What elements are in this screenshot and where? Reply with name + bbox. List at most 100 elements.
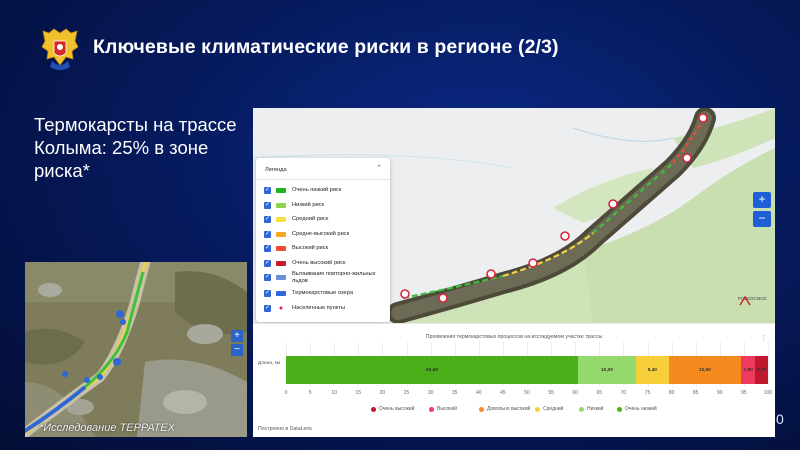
x-tick-label: 90 — [717, 390, 723, 396]
x-tick-label: 65 — [596, 390, 603, 396]
bar-segment[interactable]: 12,90 — [668, 356, 741, 384]
checkbox-icon[interactable]: ✓ — [264, 290, 271, 297]
legend-title: Легенда — [265, 167, 287, 173]
legend-label: Высокий риск — [292, 245, 329, 252]
legend-item-medium-high[interactable]: ✓ Средне-высокий риск — [264, 231, 382, 238]
y-axis-label: Длина, км — [258, 361, 281, 366]
chart-legend-label: Низкий — [587, 406, 604, 412]
legend-dot-icon — [371, 406, 376, 412]
legend-item-settlements[interactable]: ✓ ● Населенные пункты — [264, 305, 382, 312]
legend-item-low[interactable]: ✓ Низкий риск — [264, 202, 382, 209]
legend-item-very-high[interactable]: ✓ Очень высокий риск — [264, 260, 382, 267]
swatch-very-high — [276, 261, 286, 266]
checkbox-icon[interactable]: ✓ — [264, 202, 271, 209]
bar-segment[interactable]: 5,40 — [635, 356, 669, 384]
x-tick-label: 0 — [284, 390, 288, 396]
legend-item-medium[interactable]: ✓ Средний риск — [264, 216, 382, 223]
legend-label: Очень низкий риск — [292, 187, 342, 194]
legend-dot-icon — [429, 406, 434, 412]
legend-label: Средне-высокий риск — [292, 231, 350, 238]
x-tick-label: 40 — [476, 390, 482, 396]
bar-segment[interactable]: 1,90 — [741, 356, 756, 384]
chevron-up-icon[interactable]: ⌃ — [376, 164, 382, 172]
satellite-zoom-in-button[interactable]: + — [231, 330, 243, 342]
checkbox-icon[interactable]: ✓ — [264, 187, 271, 194]
swatch-ice-thaw — [276, 275, 286, 280]
chart-legend-item[interactable]: Средний — [535, 406, 563, 412]
x-tick-label: 5 — [308, 390, 312, 396]
x-tick-label: 30 — [427, 390, 434, 396]
legend-dot-icon — [479, 406, 484, 412]
roskosmos-icon — [738, 296, 751, 306]
legend-label: Низкий риск — [292, 202, 324, 209]
swatch-medium — [276, 217, 286, 222]
x-tick-label: 15 — [355, 390, 362, 396]
legend-item-high[interactable]: ✓ Высокий риск — [264, 245, 382, 252]
legend-dot-icon — [535, 406, 540, 412]
swatch-lakes — [276, 291, 286, 296]
chart-legend-item[interactable]: Высокий — [429, 406, 457, 412]
x-tick-label: 85 — [692, 390, 699, 396]
bar-segment[interactable]: 60,60 — [286, 356, 579, 384]
satellite-zoom-out-button[interactable]: − — [231, 344, 243, 356]
legend-label: Населенные пункты — [292, 305, 345, 312]
x-tick-label: 95 — [741, 390, 747, 396]
legend-item-very-low[interactable]: ✓ Очень низкий риск — [264, 187, 382, 194]
x-tick-label: 60 — [572, 390, 578, 396]
coat-of-arms-icon — [40, 27, 80, 71]
legend-label: Вытаивание повторно-жильных льдов — [292, 271, 376, 284]
x-tick-label: 45 — [500, 390, 506, 396]
legend-item-lakes[interactable]: ✓ Термокарстовые озера — [264, 290, 382, 297]
slide-title: Ключевые климатические риски в регионе (… — [93, 36, 559, 58]
x-tick-label: 20 — [379, 390, 386, 396]
x-tick-label: 100 — [763, 390, 773, 396]
checkbox-icon[interactable]: ✓ — [264, 216, 271, 223]
swatch-very-low — [276, 188, 286, 193]
roskosmos-logo: РОСКОСМОС — [738, 296, 767, 306]
legend-label: Очень высокий риск — [292, 260, 346, 267]
x-tick-label: 80 — [668, 390, 675, 396]
swatch-medium-high — [276, 232, 286, 237]
checkbox-icon[interactable]: ✓ — [264, 305, 271, 312]
dashboard-panel: Легенда ⌃ ✓ Очень низкий риск ✓ Низкий р… — [253, 108, 775, 437]
chart-title: Проявления термокарстовых процессов на и… — [425, 334, 603, 340]
x-tick-label: 10 — [331, 390, 337, 396]
x-tick-label: 55 — [548, 390, 554, 396]
map-legend: Легенда ⌃ ✓ Очень низкий риск ✓ Низкий р… — [256, 158, 390, 322]
checkbox-icon[interactable]: ✓ — [264, 274, 271, 281]
x-tick-label: 35 — [451, 390, 458, 396]
satellite-image: + − *Исследование ТЕРРАТЕХ — [25, 262, 247, 437]
checkbox-icon[interactable]: ✓ — [264, 245, 271, 252]
map-pin-icon: ● — [278, 305, 284, 312]
map-zoom-out-button[interactable]: − — [753, 211, 771, 227]
legend-header[interactable]: Легенда ⌃ — [256, 158, 390, 180]
chart-legend-item[interactable]: Очень низкий — [617, 406, 657, 412]
chart-legend-item[interactable]: Низкий — [579, 406, 603, 412]
chart-legend-label: Очень низкий — [625, 406, 657, 412]
x-tick-label: 75 — [644, 390, 651, 396]
headline-text: Термокарсты на трассе Колыма: 25% в зоне… — [34, 114, 237, 181]
chart-legend-label: Средний — [543, 406, 564, 412]
satellite-zoom-controls: + − — [231, 330, 243, 358]
map-zoom-in-button[interactable]: + — [753, 192, 771, 208]
swatch-high — [276, 246, 286, 251]
chart-legend-item[interactable]: Очень высокий — [371, 406, 414, 412]
checkbox-icon[interactable]: ✓ — [264, 231, 271, 238]
swatch-low — [276, 203, 286, 208]
gridline — [768, 342, 769, 386]
x-tick-label: 70 — [620, 390, 627, 396]
chart-legend-item[interactable]: Довольно высокий — [479, 406, 530, 412]
chart-legend-label: Довольно высокий — [487, 406, 531, 412]
route-map[interactable]: Легенда ⌃ ✓ Очень низкий риск ✓ Низкий р… — [253, 108, 775, 323]
chart-legend-label: Высокий — [437, 406, 458, 412]
legend-label: Средний риск — [292, 216, 329, 223]
bar-segment[interactable]: 2,00 — [755, 356, 768, 384]
more-options-icon[interactable]: ⋮ — [760, 334, 767, 342]
legend-label: Термокарстовые озера — [292, 290, 354, 297]
bar-segment[interactable]: 10,00 — [578, 356, 636, 384]
legend-dot-icon — [617, 406, 622, 412]
page-number: 0 — [776, 411, 784, 427]
x-tick-label: 50 — [524, 390, 530, 396]
legend-item-ice-thaw[interactable]: ✓ Вытаивание повторно-жильных льдов — [264, 271, 382, 284]
checkbox-icon[interactable]: ✓ — [264, 260, 271, 267]
